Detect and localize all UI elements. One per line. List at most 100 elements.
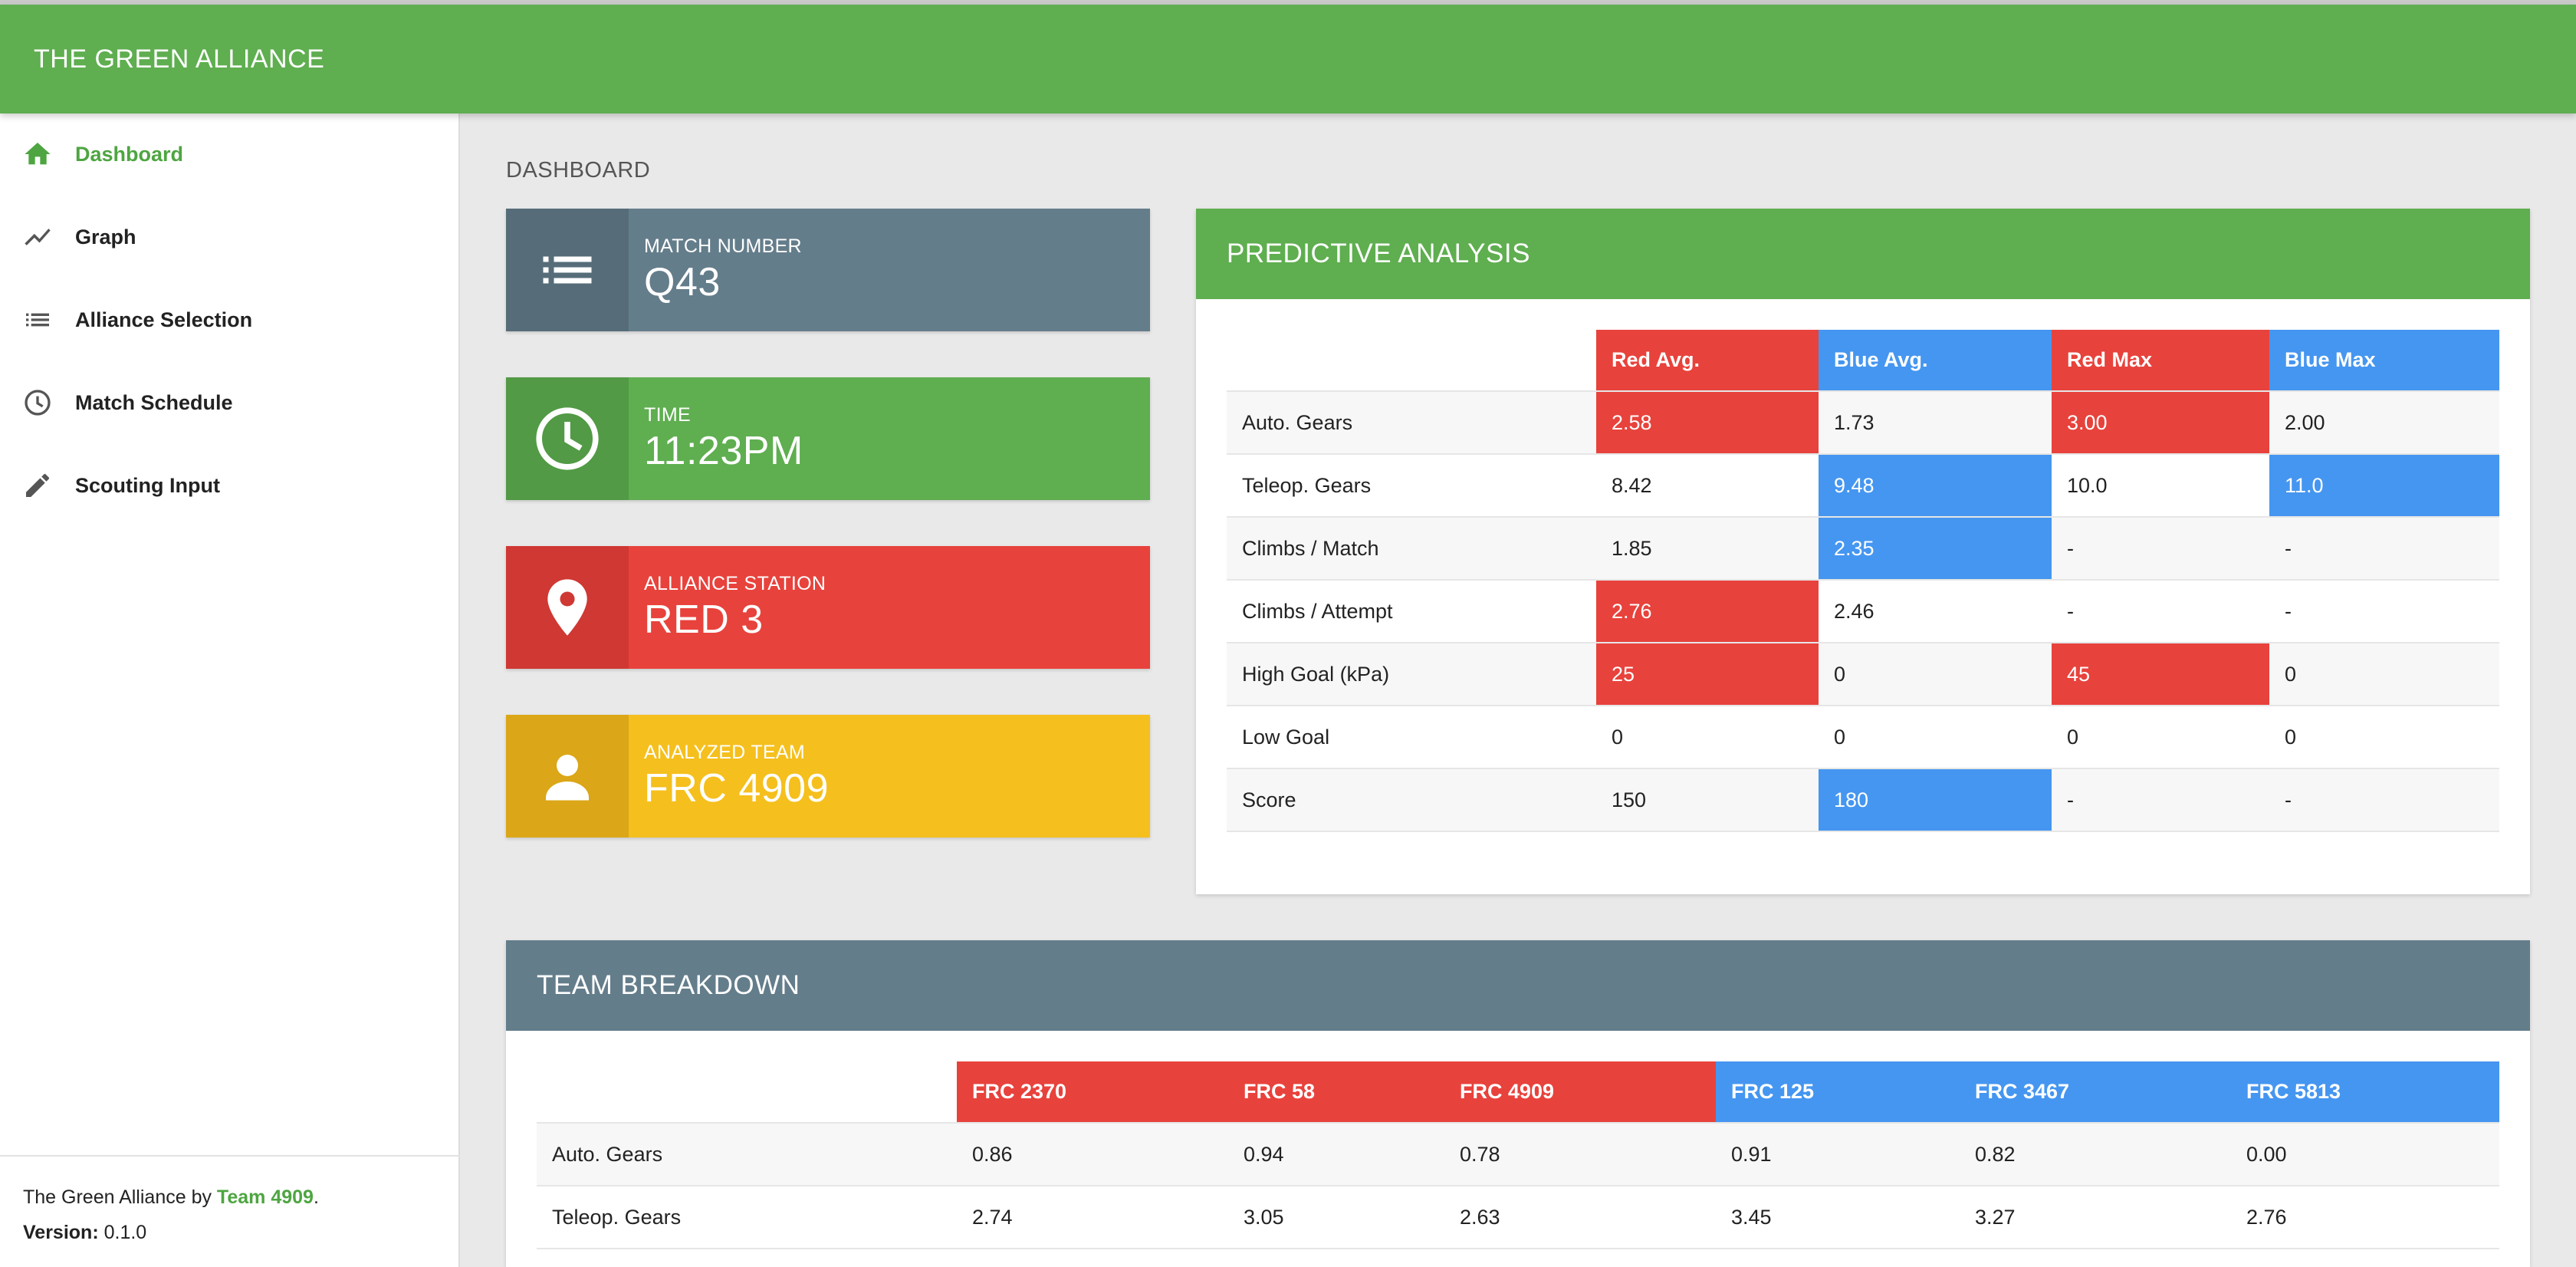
row-label: High Goal (kPa) — [1227, 642, 1596, 706]
table-cell: 8.42 — [1596, 453, 1819, 517]
app-header: THE GREEN ALLIANCE — [0, 5, 2576, 114]
row-label: Climbs / Attempt — [1227, 579, 1596, 643]
row-label: Teleop. Gears — [1227, 453, 1596, 517]
column-header: FRC 3467 — [1960, 1061, 2231, 1123]
table-row: Score 150 180- - — [1227, 768, 2499, 832]
home-icon — [20, 137, 55, 172]
table-cell: 150 — [1596, 768, 1819, 832]
column-header: Red Max — [2052, 330, 2269, 391]
list-icon — [20, 302, 55, 337]
table-cell: 0 — [1819, 705, 2052, 768]
table-cell: 3.27 — [1960, 1185, 2231, 1249]
table-cell: 1.85 — [1596, 516, 1819, 580]
column-header: FRC 2370 — [957, 1061, 1228, 1123]
table-cell: 11.0 — [2269, 453, 2499, 517]
table-cell: - — [2052, 768, 2269, 832]
table-cell: - — [2052, 516, 2269, 580]
card-label: ALLIANCE STATION — [644, 572, 826, 594]
card-label: ANALYZED TEAM — [644, 741, 805, 763]
table-cell: 3.45 — [1716, 1185, 1960, 1249]
column-header: Blue Avg. — [1819, 330, 2052, 391]
table-row: Auto. Gears 2.58 1.73 3.00 2.00 — [1227, 390, 2499, 454]
table-cell: 3.05 — [1228, 1185, 1444, 1249]
table-cell: 0.86 — [957, 1122, 1228, 1186]
column-header: FRC 125 — [1716, 1061, 1960, 1123]
table-row: Climbs / Attempt 2.76 2.46- - — [1227, 579, 2499, 643]
footer-credit: The Green Alliance by Team 4909. — [23, 1186, 319, 1208]
alliance-station-card: ALLIANCE STATION RED 3 — [506, 546, 1150, 669]
clock-icon — [506, 377, 629, 500]
sidebar: Dashboard Graph Alliance Selection Match… — [0, 114, 460, 1267]
trend-line-icon — [20, 219, 55, 255]
card-value: Q43 — [644, 259, 721, 304]
row-label: Auto. Gears — [1227, 390, 1596, 454]
table-cell: 180 — [1819, 768, 2052, 832]
pencil-icon — [20, 468, 55, 503]
sidebar-item-graph[interactable]: Graph — [0, 202, 460, 272]
table-cell: 2.46 — [1819, 579, 2052, 643]
table-cell: 0 — [2052, 705, 2269, 768]
sidebar-item-label: Alliance Selection — [75, 308, 253, 331]
column-header: FRC 58 — [1228, 1061, 1444, 1123]
table-cell: 0 — [2269, 705, 2499, 768]
table-cell: 25 — [1596, 642, 1819, 706]
panel-title: PREDICTIVE ANALYSIS — [1196, 209, 2530, 299]
table-cell: 3.00 — [2052, 390, 2269, 454]
sidebar-item-dashboard[interactable]: Dashboard — [0, 120, 460, 189]
table-cell: - — [2269, 579, 2499, 643]
person-icon — [506, 715, 629, 838]
predictive-analysis-panel: PREDICTIVE ANALYSIS Red Avg. Blue Avg. R… — [1196, 209, 2530, 894]
time-card: TIME 11:23PM — [506, 377, 1150, 500]
sidebar-item-scouting-input[interactable]: Scouting Input — [0, 451, 460, 520]
sidebar-footer: The Green Alliance by Team 4909. Version… — [0, 1155, 460, 1267]
table-row: Teleop. Gears 8.42 9.48 10.0 11.0 — [1227, 453, 2499, 517]
table-header-blank — [1227, 330, 1596, 391]
table-cell: 2.00 — [2269, 390, 2499, 454]
table-row: Climbs / Match 1.85 2.35- - — [1227, 516, 2499, 580]
table-cell: 9.48 — [1819, 453, 2052, 517]
table-cell: 0 — [2269, 642, 2499, 706]
team-breakdown-panel: TEAM BREAKDOWN FRC 2370 FRC 58 FRC 4909 … — [506, 940, 2530, 1267]
table-cell: 0 — [1819, 642, 2052, 706]
table-cell: 2.76 — [2231, 1185, 2499, 1249]
table-row: Auto. Gears 0.86 0.94 0.78 0.91 0.82 0.00 — [537, 1122, 2499, 1186]
page-title: DASHBOARD — [506, 158, 651, 183]
analyzed-team-card: ANALYZED TEAM FRC 4909 — [506, 715, 1150, 838]
card-value: RED 3 — [644, 597, 764, 642]
row-label: Teleop. Gears — [537, 1185, 957, 1249]
footer-version: Version: 0.1.0 — [23, 1222, 147, 1243]
row-label: Low Goal — [1227, 705, 1596, 768]
table-cell: 2.74 — [957, 1185, 1228, 1249]
row-label: Auto. Gears — [537, 1122, 957, 1186]
sidebar-item-label: Graph — [75, 225, 136, 248]
table-cell: 2.76 — [1596, 579, 1819, 643]
list-icon — [506, 209, 629, 331]
panel-title: TEAM BREAKDOWN — [506, 940, 2530, 1031]
table-header-blank — [537, 1061, 957, 1123]
table-row: Low Goal 0 0 0 0 — [1227, 705, 2499, 768]
table-header-row: FRC 2370 FRC 58 FRC 4909 FRC 125 FRC 346… — [537, 1061, 2499, 1123]
team-link[interactable]: Team 4909 — [217, 1186, 314, 1208]
column-header: FRC 4909 — [1444, 1061, 1716, 1123]
column-header: Blue Max — [2269, 330, 2499, 391]
app-title[interactable]: THE GREEN ALLIANCE — [34, 44, 324, 74]
sidebar-item-label: Dashboard — [75, 142, 184, 166]
sidebar-item-alliance-selection[interactable]: Alliance Selection — [0, 285, 460, 354]
table-cell: 2.63 — [1444, 1185, 1716, 1249]
card-label: TIME — [644, 403, 691, 426]
sidebar-item-label: Scouting Input — [75, 473, 220, 497]
table-cell: 10.0 — [2052, 453, 2269, 517]
clock-icon — [20, 385, 55, 420]
card-value: FRC 4909 — [644, 765, 829, 811]
table-cell: - — [2269, 768, 2499, 832]
sidebar-item-label: Match Schedule — [75, 390, 233, 414]
table-row: Teleop. Gears 2.74 3.05 2.63 3.45 3.27 2.76 — [537, 1185, 2499, 1249]
column-header: Red Avg. — [1596, 330, 1819, 391]
map-pin-icon — [506, 546, 629, 669]
card-label: MATCH NUMBER — [644, 235, 802, 257]
predictive-analysis-table: Red Avg. Blue Avg. Red Max Blue Max Auto… — [1227, 330, 2499, 832]
table-cell: - — [2269, 516, 2499, 580]
table-cell: 0.00 — [2231, 1122, 2499, 1186]
table-cell: 0.82 — [1960, 1122, 2231, 1186]
sidebar-item-match-schedule[interactable]: Match Schedule — [0, 368, 460, 437]
